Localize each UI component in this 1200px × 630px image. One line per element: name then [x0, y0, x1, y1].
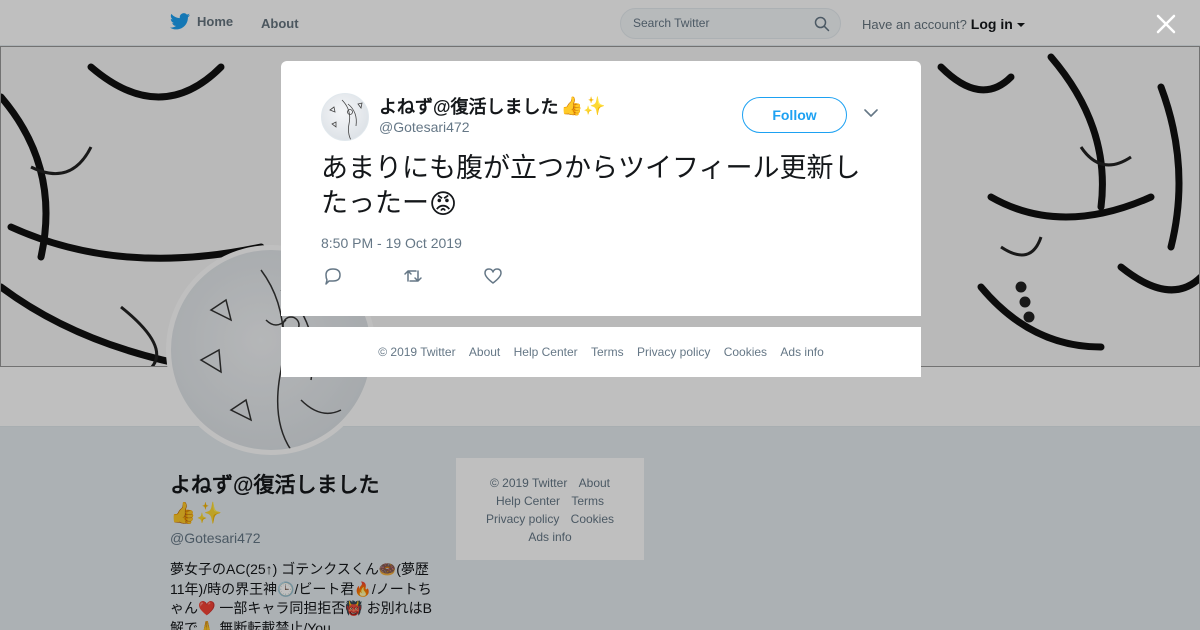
tweet-text: あまりにも腹が立つからツイフィール更新したったー😡	[321, 151, 881, 222]
tweet-timestamp[interactable]: 8:50 PM - 19 Oct 2019	[321, 235, 462, 251]
footer-about-link[interactable]: About	[469, 345, 500, 359]
avatar-sketch-image	[329, 99, 363, 140]
chevron-down-icon[interactable]	[864, 108, 878, 118]
tweet-author-avatar[interactable]	[321, 93, 369, 141]
tweet-actions	[323, 267, 503, 285]
footer-ads-link[interactable]: Ads info	[780, 345, 823, 359]
tweet-author-handle[interactable]: @Gotesari472	[379, 119, 469, 135]
reply-icon[interactable]	[323, 267, 343, 285]
footer-help-link[interactable]: Help Center	[514, 345, 578, 359]
tweet-modal: よねず@復活しました 👍✨ @Gotesari472 Follow あまりにも腹…	[281, 61, 921, 316]
tweet-text-emoji: 😡	[429, 189, 458, 220]
modal-footer: © 2019 Twitter About Help Center Terms P…	[281, 327, 921, 377]
tweet-author-name-text: よねず@復活しました	[379, 97, 559, 117]
tweet-text-body: あまりにも腹が立つからツイフィール更新したったー	[321, 153, 861, 219]
close-icon[interactable]	[1154, 12, 1178, 36]
footer-privacy-link[interactable]: Privacy policy	[637, 345, 710, 359]
follow-button[interactable]: Follow	[742, 97, 847, 133]
tweet-author-name[interactable]: よねず@復活しました 👍✨	[379, 93, 605, 119]
footer-copyright: © 2019 Twitter	[378, 345, 456, 359]
footer-terms-link[interactable]: Terms	[591, 345, 624, 359]
retweet-icon[interactable]	[403, 267, 423, 285]
footer-cookies-link[interactable]: Cookies	[724, 345, 767, 359]
heart-icon[interactable]	[483, 267, 503, 285]
tweet-author-name-emoji: 👍✨	[560, 95, 606, 116]
